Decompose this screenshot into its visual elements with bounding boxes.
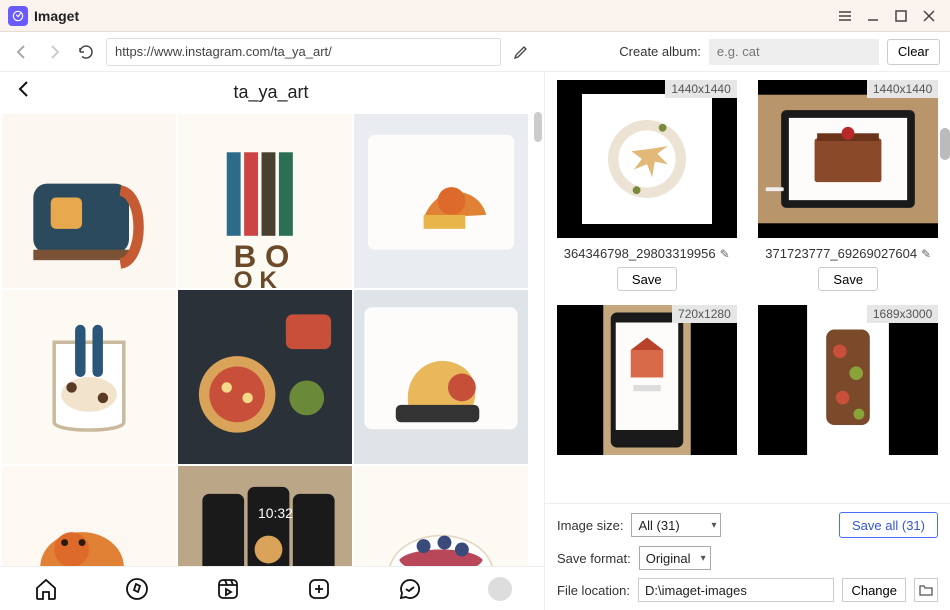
dimensions-badge: 1440x1440 [665, 80, 736, 98]
url-text: https://www.instagram.com/ta_ya_art/ [115, 44, 332, 59]
filename-text: 364346798_29803319956 [564, 246, 716, 261]
result-card: 1440x1440 371723777_69269027604 ✎ Save [757, 80, 941, 291]
url-input[interactable]: https://www.instagram.com/ta_ya_art/ [106, 38, 501, 66]
profile-avatar-icon[interactable] [488, 577, 512, 601]
dimensions-badge: 1440x1440 [867, 80, 938, 98]
save-format-label: Save format: [557, 551, 631, 566]
app-logo [8, 6, 28, 26]
maximize-icon[interactable] [888, 3, 914, 29]
footer-controls: Image size: All (31) Save all (31) Save … [545, 503, 950, 610]
grid-scrollbar[interactable] [534, 112, 542, 566]
results-panel: 1440x1440 364346798_29803319956 ✎ Save 14… [545, 72, 950, 610]
save-format-select[interactable]: Original [639, 546, 711, 570]
post-thumbnail[interactable]: B OO K [178, 114, 352, 288]
post-thumbnail[interactable] [2, 466, 176, 566]
results-scrollbar[interactable] [940, 72, 950, 610]
highlighter-icon[interactable] [509, 40, 533, 64]
post-thumbnail[interactable] [354, 290, 528, 464]
svg-text:O K: O K [234, 267, 278, 288]
album-name-input[interactable] [709, 39, 879, 65]
app-title: Imaget [34, 8, 79, 24]
save-button[interactable]: Save [617, 267, 677, 291]
nav-back-icon[interactable] [10, 40, 34, 64]
reels-icon[interactable] [215, 576, 241, 602]
close-icon[interactable] [916, 3, 942, 29]
file-location-label: File location: [557, 583, 630, 598]
post-thumbnail[interactable] [2, 114, 176, 288]
create-icon[interactable] [306, 576, 332, 602]
result-thumbnail[interactable]: 1440x1440 [557, 80, 737, 238]
open-folder-icon[interactable] [914, 578, 938, 602]
create-album-label: Create album: [619, 44, 701, 59]
save-button[interactable]: Save [818, 267, 878, 291]
dimensions-badge: 720x1280 [672, 305, 737, 323]
result-thumbnail[interactable]: 720x1280 [557, 305, 737, 455]
image-size-label: Image size: [557, 518, 623, 533]
nav-forward-icon[interactable] [42, 40, 66, 64]
home-icon[interactable] [33, 576, 59, 602]
instagram-grid: B OO K 10:32 [0, 112, 544, 566]
result-card: 720x1280 [555, 305, 739, 455]
instagram-nav [0, 566, 544, 610]
clear-button[interactable]: Clear [887, 39, 940, 65]
edit-filename-icon[interactable]: ✎ [720, 247, 730, 261]
svg-text:10:32: 10:32 [258, 505, 293, 521]
filename-text: 371723777_69269027604 [765, 246, 917, 261]
post-thumbnail[interactable]: 10:32 [178, 466, 352, 566]
post-thumbnail[interactable] [354, 114, 528, 288]
result-thumbnail[interactable]: 1440x1440 [758, 80, 938, 238]
minimize-icon[interactable] [860, 3, 886, 29]
explore-icon[interactable] [124, 576, 150, 602]
messages-icon[interactable] [397, 576, 423, 602]
edit-filename-icon[interactable]: ✎ [921, 247, 931, 261]
change-location-button[interactable]: Change [842, 578, 906, 602]
post-thumbnail[interactable] [178, 290, 352, 464]
result-card: 1440x1440 364346798_29803319956 ✎ Save [555, 80, 739, 291]
image-size-select[interactable]: All (31) [631, 513, 721, 537]
file-location-input[interactable]: D:\imaget-images [638, 578, 834, 602]
titlebar: Imaget [0, 0, 950, 32]
reload-icon[interactable] [74, 40, 98, 64]
post-thumbnail[interactable] [354, 466, 528, 566]
browser-panel: ta_ya_art B OO K 10:32 [0, 72, 545, 610]
dimensions-badge: 1689x3000 [867, 305, 938, 323]
toolbar: https://www.instagram.com/ta_ya_art/ Cre… [0, 32, 950, 72]
result-card: 1689x3000 [757, 305, 941, 455]
post-thumbnail[interactable] [2, 290, 176, 464]
menu-icon[interactable] [832, 3, 858, 29]
result-thumbnail[interactable]: 1689x3000 [758, 305, 938, 455]
save-all-button[interactable]: Save all (31) [839, 512, 938, 538]
profile-username: ta_ya_art [12, 82, 530, 103]
